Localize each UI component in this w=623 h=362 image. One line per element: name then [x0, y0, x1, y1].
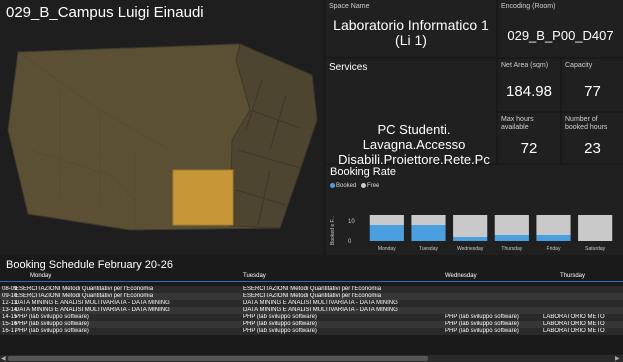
bar-free-tuesday[interactable] — [411, 215, 446, 225]
space-name-value: Laboratorio Informatico 1 (Li 1) — [333, 17, 489, 48]
space-name-label: Space Name — [329, 3, 370, 10]
x-tick-label: Friday — [547, 246, 561, 252]
bar-booked-tuesday[interactable] — [411, 225, 446, 241]
schedule-row[interactable]: 08-09 ESERCITAZIONI Metodi Quantitativi p… — [0, 286, 623, 293]
max-hours-value: 72 — [520, 140, 538, 157]
net-area-value: 184.98 — [506, 83, 552, 100]
monday-cell: ESERCITAZIONI Metodi Quantitativi per l'… — [15, 293, 154, 299]
wednesday-cell: PHP (lab sviluppo software) — [445, 328, 519, 334]
tuesday-cell: ESERCITAZIONI Metodi Quantitativi per l'… — [243, 286, 382, 292]
encoding-label: Encoding (Room) — [501, 3, 556, 10]
space-name-card: Space Name Laboratorio Informatico 1 (Li… — [326, 0, 496, 57]
booking-rate-legend: Booked Free — [330, 183, 379, 189]
schedule-row[interactable]: 09-10 ESERCITAZIONI Metodi Quantitativi p… — [0, 293, 623, 300]
capacity-value: 77 — [584, 83, 601, 100]
schedule-row[interactable]: 12-13 DATA MINING E ANALISI MULTIVARIATA … — [0, 300, 623, 307]
x-tick-label: Wednesday — [457, 246, 484, 252]
horizontal-scrollbar[interactable]: ◀ ▶ — [0, 355, 623, 362]
bar-booked-wednesday[interactable] — [453, 237, 488, 241]
schedule-row[interactable]: 13-14 DATA MINING E ANALISI MULTIVARIATA … — [0, 307, 623, 314]
schedule-row[interactable]: 15-16 PHP (lab sviluppo software) PHP (lab… — [0, 321, 623, 328]
campus-map-panel: 029_B_Campus Luigi Einaudi — [0, 0, 323, 255]
x-tick-label: Saturday — [585, 246, 606, 252]
wednesday-cell: PHP (lab sviluppo software) — [445, 321, 519, 327]
x-tick-label: Monday — [378, 246, 396, 252]
tuesday-cell: DATA MINING E ANALISI MULTIVARIATA - DAT… — [243, 300, 398, 306]
tuesday-cell: DATA MINING E ANALISI MULTIVARIATA - DAT… — [243, 307, 398, 313]
tuesday-cell: PHP (lab sviluppo software) — [243, 328, 317, 334]
monday-cell: ESERCITAZIONI Metodi Quantitativi per l'… — [15, 286, 154, 292]
thursday-cell: LABORATORIO METO — [543, 321, 605, 327]
scroll-right-icon[interactable]: ▶ — [615, 355, 620, 362]
services-label: Services — [329, 62, 368, 73]
monday-cell: DATA MINING E ANALISI MULTIVARIATA - DAT… — [15, 300, 170, 306]
net-area-label: Net Area (sqm) — [501, 62, 549, 69]
max-hours-label: Max hours available — [501, 116, 534, 131]
booked-hours-label: Number of booked hours — [565, 116, 608, 131]
legend-booked-label: Booked — [336, 183, 357, 190]
monday-cell: PHP (lab sviluppo software) — [15, 328, 89, 334]
capacity-label: Capacity — [565, 62, 593, 69]
legend-booked-dot — [330, 183, 335, 188]
header-wednesday: Wednesday — [445, 273, 477, 279]
net-area-card: Net Area (sqm) 184.98 — [498, 59, 560, 111]
selected-room-highlight[interactable] — [172, 169, 234, 226]
header-monday: Monday — [30, 273, 52, 279]
x-tick-label: Thursday — [501, 246, 522, 252]
bar-free-monday[interactable] — [369, 215, 404, 225]
x-tick-label: Tuesday — [419, 246, 438, 252]
bar-booked-friday[interactable] — [536, 235, 571, 241]
booked-hours-card: Number of booked hours 23 — [562, 113, 623, 163]
booked-hours-value: 23 — [584, 140, 601, 157]
bar-booked-thursday[interactable] — [494, 235, 529, 241]
tuesday-cell: ESERCITAZIONI Metodi Quantitativi per l'… — [243, 293, 382, 299]
header-tuesday: Tuesday — [243, 273, 266, 279]
legend-free-dot — [361, 183, 367, 188]
bar-free-friday[interactable] — [536, 215, 571, 235]
booking-rate-title: Booking Rate — [330, 166, 397, 178]
max-hours-card: Max hours available 72 — [498, 113, 560, 163]
bar-free-saturday[interactable] — [578, 215, 613, 241]
tuesday-cell: PHP (lab sviluppo software) — [243, 321, 317, 327]
thursday-cell: LABORATORIO METO — [543, 328, 605, 334]
booking-rate-chart: Booked e F... 0 10 Monday Tuesday Wednesday Th… — [330, 215, 613, 252]
y-axis-label: Booked e F... — [330, 216, 336, 245]
tuesday-cell: PHP (lab sviluppo software) — [243, 314, 317, 320]
capacity-card: Capacity 77 — [562, 59, 623, 111]
y-tick-label: 10 — [348, 219, 355, 225]
monday-cell: DATA MINING E ANALISI MULTIVARIATA - DAT… — [15, 307, 170, 313]
encoding-card: Encoding (Room) 029_B_P00_D407 — [498, 0, 623, 57]
bar-free-wednesday[interactable] — [453, 215, 488, 237]
legend-free-label: Free — [367, 183, 380, 190]
scroll-thumb[interactable] — [8, 356, 428, 361]
bar-free-thursday[interactable] — [494, 215, 529, 235]
monday-cell: PHP (lab sviluppo software) — [15, 314, 89, 320]
header-thursday: Thursday — [560, 273, 586, 279]
encoding-value: 029_B_P00_D407 — [507, 28, 614, 43]
map-title: 029_B_Campus Luigi Einaudi — [6, 4, 204, 21]
y-tick-label: 0 — [348, 239, 352, 245]
bar-booked-monday[interactable] — [369, 225, 404, 241]
schedule-header-row: Monday Tuesday Wednesday Thursday — [0, 272, 623, 282]
schedule-title: Booking Schedule February 20-26 — [6, 259, 173, 271]
schedule-row[interactable]: 16-17 PHP (lab sviluppo software) PHP (lab… — [0, 328, 623, 335]
schedule-row[interactable]: 14-15 PHP (lab sviluppo software) PHP (lab… — [0, 314, 623, 321]
campus-floor-map[interactable] — [0, 0, 323, 255]
monday-cell: PHP (lab sviluppo software) — [15, 321, 89, 327]
scroll-left-icon[interactable]: ◀ — [1, 355, 6, 362]
wednesday-cell: PHP (lab sviluppo software) — [445, 314, 519, 320]
thursday-cell: LABORATORIO METO — [543, 314, 605, 320]
